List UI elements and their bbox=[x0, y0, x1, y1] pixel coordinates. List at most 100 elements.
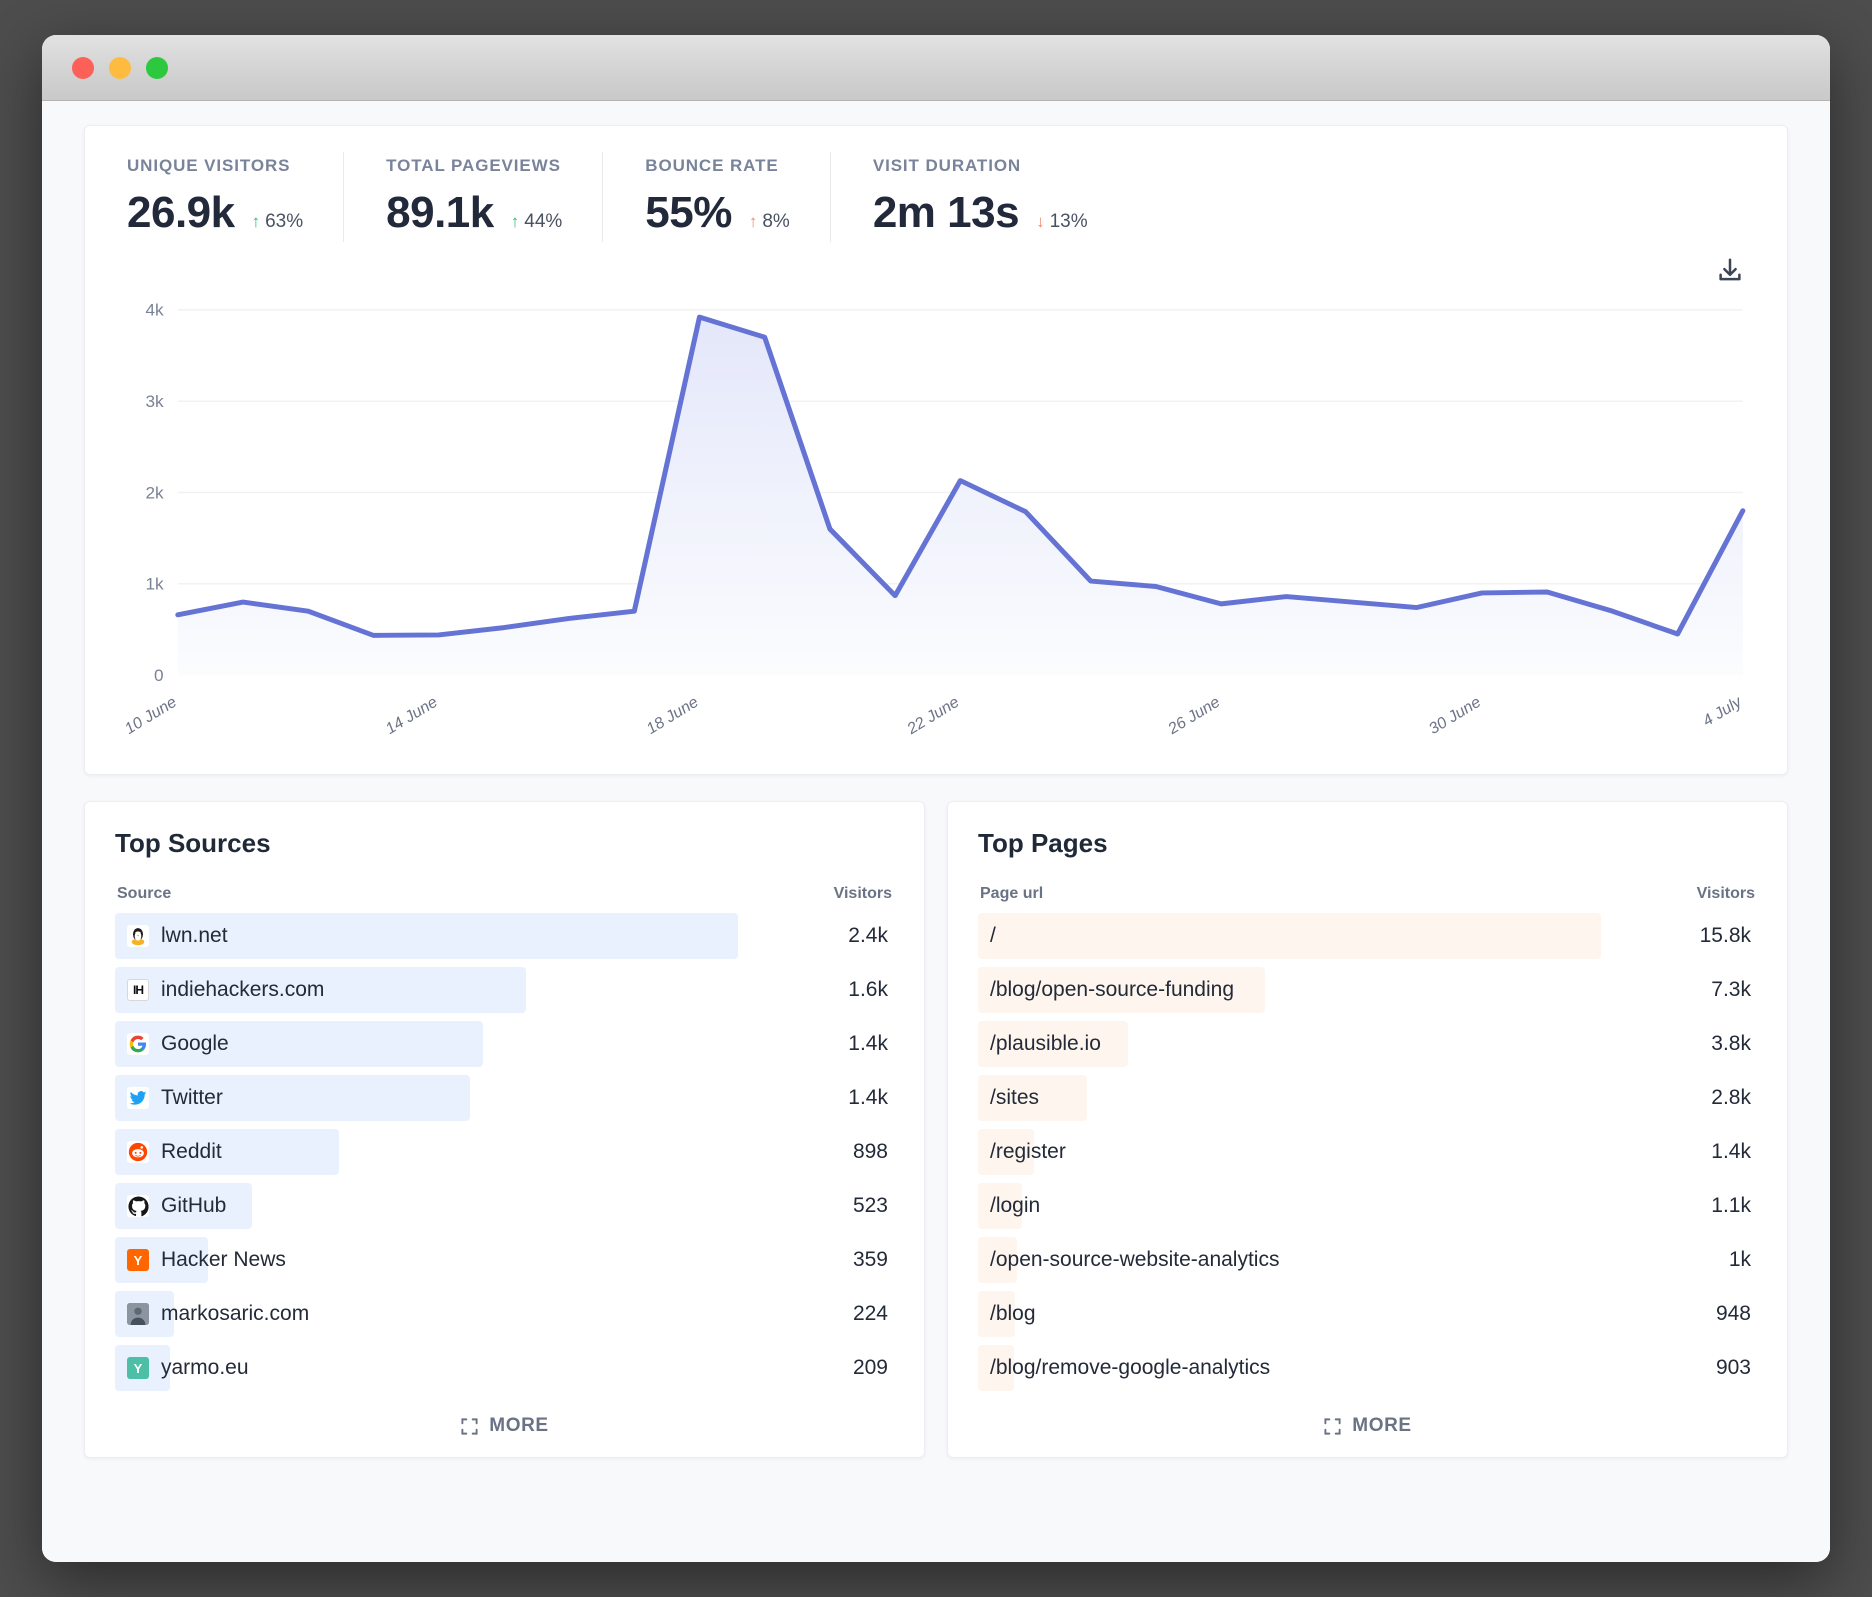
list-item-label: /register bbox=[978, 1140, 1066, 1164]
list-item[interactable]: YHacker News359 bbox=[115, 1233, 894, 1287]
stat-value: 2m 13s bbox=[873, 188, 1019, 238]
more-label: MORE bbox=[489, 1415, 548, 1437]
more-label: MORE bbox=[1352, 1415, 1411, 1437]
chart-svg: 01k2k3k4k10 June14 June18 June22 June26 … bbox=[115, 296, 1757, 760]
stat-visit-duration[interactable]: VISIT DURATION 2m 13s ↓ 13% bbox=[830, 152, 1128, 242]
list-item[interactable]: /open-source-website-analytics1k bbox=[978, 1233, 1757, 1287]
stat-change: ↑63% bbox=[252, 211, 304, 233]
list-item[interactable]: Google1.4k bbox=[115, 1017, 894, 1071]
list-item[interactable]: markosaric.com224 bbox=[115, 1287, 894, 1341]
list-item-label: /blog/remove-google-analytics bbox=[978, 1356, 1270, 1380]
panel-column-headers: Source Visitors bbox=[115, 885, 894, 909]
stat-label: VISIT DURATION bbox=[873, 156, 1088, 176]
list-item-name: indiehackers.com bbox=[161, 978, 324, 1002]
list-item[interactable]: /15.8k bbox=[978, 909, 1757, 963]
list-item-value: 224 bbox=[853, 1302, 894, 1326]
list-item-name: /blog/open-source-funding bbox=[990, 978, 1234, 1002]
top-pages-more-button[interactable]: MORE bbox=[978, 1395, 1757, 1457]
y-axis-tick: 3k bbox=[145, 392, 164, 411]
list-item-value: 1.4k bbox=[848, 1086, 894, 1110]
list-item-name: /sites bbox=[990, 1086, 1039, 1110]
list-item-value: 7.3k bbox=[1711, 978, 1757, 1002]
list-item[interactable]: Yyarmo.eu209 bbox=[115, 1341, 894, 1395]
stat-value: 55% bbox=[645, 188, 732, 238]
markosaric-icon bbox=[127, 1303, 149, 1325]
arrow-up-icon: ↑ bbox=[252, 212, 261, 231]
reddit-icon bbox=[127, 1141, 149, 1163]
list-item-label: /login bbox=[978, 1194, 1040, 1218]
list-item-label: /blog/open-source-funding bbox=[978, 978, 1234, 1002]
stat-change-value: 8% bbox=[762, 211, 789, 232]
stat-total-pageviews[interactable]: TOTAL PAGEVIEWS 89.1k ↑44% bbox=[343, 152, 602, 242]
stat-unique-visitors[interactable]: UNIQUE VISITORS 26.9k ↑63% bbox=[85, 152, 343, 242]
x-axis-tick: 18 June bbox=[644, 694, 702, 738]
close-button[interactable] bbox=[72, 57, 94, 79]
list-item-label: lwn.net bbox=[115, 924, 228, 948]
list-item-label: / bbox=[978, 924, 996, 948]
stat-change-value: 13% bbox=[1050, 211, 1088, 232]
list-item-name: Reddit bbox=[161, 1140, 222, 1164]
top-sources-more-button[interactable]: MORE bbox=[115, 1395, 894, 1457]
arrow-down-icon: ↓ bbox=[1036, 212, 1045, 231]
list-item[interactable]: lwn.net 2.4k bbox=[115, 909, 894, 963]
visitors-chart[interactable]: 01k2k3k4k10 June14 June18 June22 June26 … bbox=[85, 290, 1787, 760]
list-item-name: Google bbox=[161, 1032, 229, 1056]
list-item-value: 2.4k bbox=[848, 924, 894, 948]
list-item-name: /blog bbox=[990, 1302, 1036, 1326]
list-item-value: 523 bbox=[853, 1194, 894, 1218]
top-pages-list: /15.8k/blog/open-source-funding 7.3k/plau… bbox=[978, 909, 1757, 1395]
list-item-name: Hacker News bbox=[161, 1248, 286, 1272]
y-axis-tick: 0 bbox=[154, 666, 164, 685]
list-item-name: GitHub bbox=[161, 1194, 226, 1218]
x-axis-tick: 30 June bbox=[1426, 694, 1484, 738]
list-item[interactable]: /plausible.io 3.8k bbox=[978, 1017, 1757, 1071]
list-item-label: Google bbox=[115, 1032, 229, 1056]
list-item-value: 1.4k bbox=[1711, 1140, 1757, 1164]
list-item[interactable]: /blog/open-source-funding 7.3k bbox=[978, 963, 1757, 1017]
browser-window: UNIQUE VISITORS 26.9k ↑63% TOTAL PAGEVIE… bbox=[42, 35, 1830, 1562]
github-icon bbox=[127, 1195, 149, 1217]
list-item-name: /login bbox=[990, 1194, 1040, 1218]
stat-label: BOUNCE RATE bbox=[645, 156, 790, 176]
list-item[interactable]: GitHub 523 bbox=[115, 1179, 894, 1233]
stat-label: UNIQUE VISITORS bbox=[127, 156, 303, 176]
dashboard-viewport: UNIQUE VISITORS 26.9k ↑63% TOTAL PAGEVIE… bbox=[42, 101, 1830, 1562]
list-item-value: 948 bbox=[1716, 1302, 1757, 1326]
list-item-name: /register bbox=[990, 1140, 1066, 1164]
list-item[interactable]: /blog 948 bbox=[978, 1287, 1757, 1341]
visitors-graph-card: UNIQUE VISITORS 26.9k ↑63% TOTAL PAGEVIE… bbox=[84, 125, 1788, 775]
list-item[interactable]: /blog/remove-google-analytics 903 bbox=[978, 1341, 1757, 1395]
list-item-label: /sites bbox=[978, 1086, 1039, 1110]
list-item-value: 898 bbox=[853, 1140, 894, 1164]
zoom-button[interactable] bbox=[146, 57, 168, 79]
download-icon[interactable] bbox=[1715, 256, 1745, 286]
stat-bounce-rate[interactable]: BOUNCE RATE 55% ↑8% bbox=[602, 152, 830, 242]
list-item-label: Twitter bbox=[115, 1086, 223, 1110]
list-item-value: 1.6k bbox=[848, 978, 894, 1002]
x-axis-tick: 22 June bbox=[904, 694, 963, 739]
hackernews-icon: Y bbox=[127, 1249, 149, 1271]
list-item[interactable]: /register 1.4k bbox=[978, 1125, 1757, 1179]
list-item-value: 903 bbox=[1716, 1356, 1757, 1380]
y-axis-tick: 1k bbox=[145, 575, 164, 594]
x-axis-tick: 14 June bbox=[383, 694, 441, 738]
minimize-button[interactable] bbox=[109, 57, 131, 79]
list-item[interactable]: Reddit 898 bbox=[115, 1125, 894, 1179]
list-item-name: /blog/remove-google-analytics bbox=[990, 1356, 1270, 1380]
value-bar bbox=[978, 913, 1601, 959]
list-item[interactable]: /login1.1k bbox=[978, 1179, 1757, 1233]
stat-change: ↑44% bbox=[511, 211, 563, 233]
list-item[interactable]: IHindiehackers.com1.6k bbox=[115, 963, 894, 1017]
panel-column-headers: Page url Visitors bbox=[978, 885, 1757, 909]
list-item-value: 3.8k bbox=[1711, 1032, 1757, 1056]
panel-title: Top Sources bbox=[115, 828, 894, 859]
top-sources-list: lwn.net2.4kIHindiehackers.com1.6kGoogle1… bbox=[115, 909, 894, 1395]
list-item-name: /plausible.io bbox=[990, 1032, 1101, 1056]
list-item-value: 1k bbox=[1729, 1248, 1757, 1272]
list-item[interactable]: Twitter 1.4k bbox=[115, 1071, 894, 1125]
column-header-page-url: Page url bbox=[980, 885, 1043, 903]
column-header-visitors: Visitors bbox=[1697, 885, 1755, 903]
stat-change-value: 44% bbox=[524, 211, 562, 232]
stat-value: 26.9k bbox=[127, 188, 235, 238]
list-item[interactable]: /sites2.8k bbox=[978, 1071, 1757, 1125]
